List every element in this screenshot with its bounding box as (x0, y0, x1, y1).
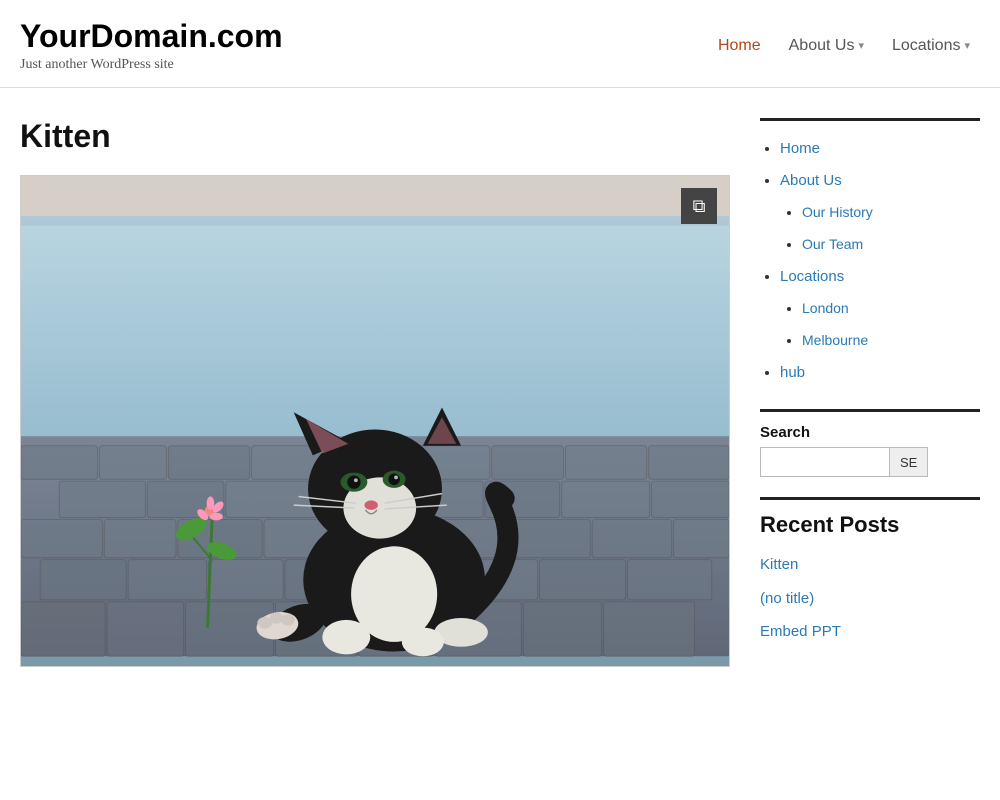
post-title: Kitten (20, 118, 730, 155)
content-area: Kitten ⧉ (20, 118, 730, 669)
sidebar-nav-our-history[interactable]: Our History (802, 197, 980, 229)
expand-button[interactable]: ⧉ (681, 188, 717, 224)
site-header: YourDomain.com Just another WordPress si… (0, 0, 1000, 88)
recent-posts-title: Recent Posts (760, 512, 980, 538)
main-wrapper: Kitten ⧉ (0, 88, 1000, 689)
sidebar-recent-posts-divider (760, 497, 980, 500)
sidebar-nav-hub[interactable]: hub (780, 357, 980, 389)
sidebar-nav-home[interactable]: Home (780, 133, 980, 165)
recent-post-1[interactable]: (no title) (760, 582, 980, 616)
post-image-wrap: ⧉ (20, 175, 730, 667)
sidebar-nav-locations[interactable]: Locations London Melbourne (780, 261, 980, 357)
kitten-svg (21, 216, 729, 666)
recent-post-0-link[interactable]: Kitten (760, 556, 798, 573)
sidebar-nav-our-team-link[interactable]: Our Team (802, 236, 863, 252)
sidebar-nav-our-team[interactable]: Our Team (802, 229, 980, 261)
site-tagline: Just another WordPress site (20, 57, 708, 73)
sidebar-nav-home-link[interactable]: Home (780, 140, 820, 157)
sidebar-recent-posts-section: Recent Posts Kitten (no title) Embed PPT (760, 497, 980, 649)
sidebar-search-divider (760, 409, 980, 412)
nav-home[interactable]: Home (708, 33, 771, 59)
sidebar-divider (760, 118, 980, 121)
sidebar-nav-list: Home About Us Our History Our Team Locat… (760, 133, 980, 389)
recent-posts-list: Kitten (no title) Embed PPT (760, 548, 980, 649)
sidebar-nav-london[interactable]: London (802, 293, 980, 325)
sidebar-search-section: Search SE (760, 409, 980, 477)
primary-nav: Home About Us ▾ Locations ▾ (708, 33, 980, 59)
recent-post-2[interactable]: Embed PPT (760, 615, 980, 649)
sidebar-nav-about[interactable]: About Us Our History Our Team (780, 165, 980, 261)
search-input[interactable] (760, 447, 890, 477)
search-row: SE (760, 447, 980, 477)
sidebar-nav-about-link[interactable]: About Us (780, 172, 842, 189)
sidebar-nav-locations-link[interactable]: Locations (780, 268, 844, 285)
chevron-down-icon: ▾ (964, 39, 970, 52)
sidebar-nav-locations-sub: London Melbourne (780, 293, 980, 357)
kitten-image (21, 216, 729, 666)
search-button[interactable]: SE (890, 447, 928, 477)
post-image-top-bar (21, 176, 729, 216)
recent-post-1-link[interactable]: (no title) (760, 590, 814, 607)
sidebar-nav-melbourne[interactable]: Melbourne (802, 325, 980, 357)
sidebar-nav-melbourne-link[interactable]: Melbourne (802, 332, 868, 348)
recent-post-2-link[interactable]: Embed PPT (760, 623, 841, 640)
nav-locations[interactable]: Locations ▾ (882, 33, 980, 59)
sidebar-nav-our-history-link[interactable]: Our History (802, 204, 873, 220)
site-title[interactable]: YourDomain.com (20, 18, 708, 55)
sidebar-nav-about-sub: Our History Our Team (780, 197, 980, 261)
sidebar: Home About Us Our History Our Team Locat… (760, 118, 980, 669)
sidebar-nav-section: Home About Us Our History Our Team Locat… (760, 118, 980, 389)
site-branding: YourDomain.com Just another WordPress si… (20, 18, 708, 73)
sidebar-nav-hub-link[interactable]: hub (780, 364, 805, 381)
chevron-down-icon: ▾ (858, 39, 864, 52)
nav-about-us[interactable]: About Us ▾ (779, 33, 874, 59)
recent-post-0[interactable]: Kitten (760, 548, 980, 582)
search-label: Search (760, 424, 980, 441)
sidebar-nav-london-link[interactable]: London (802, 300, 849, 316)
